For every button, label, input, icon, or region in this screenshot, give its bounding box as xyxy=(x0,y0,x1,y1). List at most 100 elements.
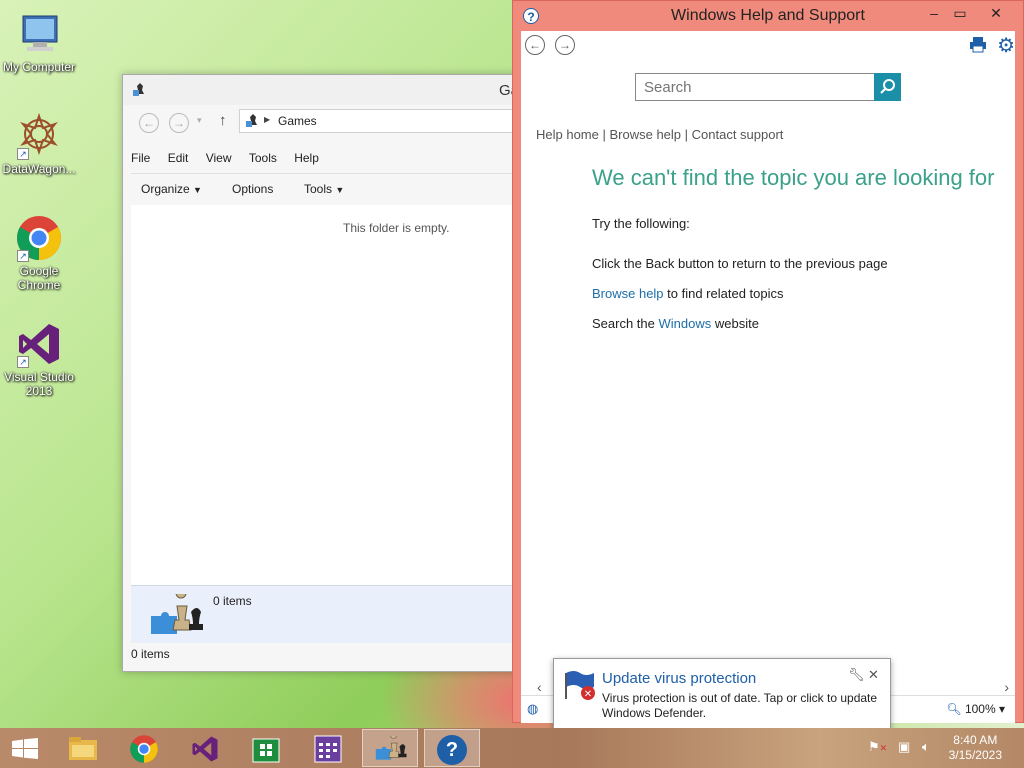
help-window[interactable]: ? Windows Help and Support – ▭ ✕ ← → ⚙ H… xyxy=(512,0,1024,723)
recent-chevron-icon[interactable]: ▾ xyxy=(197,115,202,126)
try-following-text: Try the following: xyxy=(592,216,690,231)
visual-studio-icon: ↗ xyxy=(15,320,63,368)
network-icon[interactable]: ▣ xyxy=(898,739,910,755)
tools-button[interactable]: Tools ▼ xyxy=(304,182,344,196)
zoom-level: 100% xyxy=(964,702,996,716)
explorer-titlebar[interactable]: Ga xyxy=(123,75,521,105)
defender-notification[interactable]: ✕ Update virus protection Virus protecti… xyxy=(553,658,891,729)
details-pane: 0 items xyxy=(131,585,521,643)
status-item-count: 0 items xyxy=(131,647,170,661)
tip-search-rest: website xyxy=(711,316,759,331)
online-help-icon[interactable]: ◍ xyxy=(527,701,538,717)
help-question-icon: ? xyxy=(437,735,467,765)
taskbar-games[interactable] xyxy=(362,729,418,767)
visual-studio-icon xyxy=(192,736,218,762)
wrench-icon[interactable]: 🔧︎ xyxy=(848,667,865,683)
action-center-flag-icon[interactable]: ⚑✕ xyxy=(868,739,887,755)
back-arrow-icon[interactable]: ← xyxy=(139,113,159,133)
desktop-icon-visual-studio[interactable]: ↗ Visual Studio 2013 xyxy=(2,320,76,398)
taskbar-calendar[interactable] xyxy=(300,729,356,767)
help-titlebar[interactable]: ? Windows Help and Support – ▭ ✕ xyxy=(513,1,1023,31)
windows-website-link[interactable]: Windows xyxy=(659,316,712,331)
desktop-icon-label: DataWagon... xyxy=(2,162,76,176)
taskbar-visual-studio[interactable] xyxy=(177,729,233,767)
shortcut-arrow-icon: ↗ xyxy=(17,250,29,262)
help-home-link[interactable]: Help home xyxy=(536,127,599,142)
taskbar-chrome[interactable] xyxy=(116,729,172,767)
menu-file[interactable]: File xyxy=(131,149,150,165)
desktop-icon-chrome[interactable]: ↗ Google Chrome xyxy=(2,214,76,292)
breadcrumb-chevron-icon[interactable]: ▶ xyxy=(264,115,270,124)
shortcut-arrow-icon: ↗ xyxy=(17,356,29,368)
computer-icon xyxy=(15,10,63,58)
start-button[interactable] xyxy=(0,729,50,767)
system-tray: ⚑✕ ▣ 🔈︎ xyxy=(860,728,940,768)
menu-bar: File Edit View Tools Help xyxy=(131,149,521,171)
defender-flag-icon: ✕ xyxy=(564,669,596,704)
gear-icon[interactable]: ⚙ xyxy=(997,33,1015,58)
explorer-address-row: ← → ▾ ↑ ▶ Games xyxy=(131,109,521,135)
chrome-icon: ↗ xyxy=(15,214,63,262)
tip-search-pre: Search the xyxy=(592,316,659,331)
details-item-count: 0 items xyxy=(213,594,252,608)
back-arrow-icon[interactable]: ← xyxy=(525,35,545,55)
notification-title: Update virus protection xyxy=(602,670,757,687)
svg-text:✕: ✕ xyxy=(584,689,592,700)
menu-edit[interactable]: Edit xyxy=(168,149,189,165)
tip-search-windows: Search the Windows website xyxy=(592,316,759,331)
taskbar-file-explorer[interactable] xyxy=(55,729,111,767)
desktop-icon-label: Google Chrome xyxy=(17,264,61,292)
browse-help-link[interactable]: Browse help xyxy=(609,127,681,142)
volume-icon[interactable]: 🔈︎ xyxy=(922,739,930,755)
zoom-icon: 🔍︎ xyxy=(946,702,962,716)
search-button[interactable] xyxy=(874,73,901,101)
command-bar: Organize ▼ Options Tools ▼ xyxy=(131,173,521,203)
zoom-control[interactable]: 🔍︎ 100% ▾ xyxy=(946,702,1005,716)
help-breadcrumb: Help home | Browse help | Contact suppor… xyxy=(536,127,784,142)
empty-folder-message: This folder is empty. xyxy=(343,221,450,235)
organize-button[interactable]: Organize ▼ xyxy=(141,182,202,196)
file-list-area[interactable]: This folder is empty. xyxy=(131,205,521,585)
chrome-icon xyxy=(130,735,158,763)
forward-arrow-icon[interactable]: → xyxy=(169,113,189,133)
help-content: ← → ⚙ Help home | Browse help | Contact … xyxy=(521,31,1015,695)
games-folder-icon xyxy=(131,82,149,98)
maximize-button[interactable]: ▭ xyxy=(945,5,975,25)
scroll-left-icon[interactable]: ‹ xyxy=(537,679,542,695)
page-title: We can't find the topic you are looking … xyxy=(592,165,995,190)
calendar-icon xyxy=(314,735,342,763)
taskbar-help-support[interactable]: ? xyxy=(424,729,480,767)
desktop-icon-label: Visual Studio 2013 xyxy=(4,370,74,398)
address-bar[interactable]: ▶ Games xyxy=(239,109,521,133)
games-folder-icon xyxy=(244,113,262,132)
close-icon[interactable]: ✕ xyxy=(868,667,879,683)
search-icon xyxy=(879,78,895,94)
desktop-icon-label: My Computer xyxy=(2,60,76,74)
clock-time: 8:40 AM xyxy=(953,733,998,747)
folder-icon xyxy=(69,737,97,760)
close-button[interactable]: ✕ xyxy=(981,5,1011,25)
desktop-icon-my-computer[interactable]: My Computer xyxy=(2,10,76,74)
clock[interactable]: 8:40 AM 3/15/2023 xyxy=(949,733,1002,763)
games-chess-puzzle-icon xyxy=(375,732,407,760)
tip-back-button: Click the Back button to return to the p… xyxy=(592,256,888,271)
print-icon[interactable] xyxy=(969,35,987,56)
breadcrumb-games[interactable]: Games xyxy=(278,114,317,128)
forward-arrow-icon[interactable]: → xyxy=(555,35,575,55)
options-button[interactable]: Options xyxy=(232,182,273,196)
search-input[interactable] xyxy=(635,73,875,101)
menu-tools[interactable]: Tools xyxy=(249,149,277,165)
up-arrow-icon[interactable]: ↑ xyxy=(219,112,227,129)
datawagon-icon: ↗ xyxy=(15,112,63,160)
contact-support-link[interactable]: Contact support xyxy=(692,127,784,142)
browse-help-inline-link[interactable]: Browse help xyxy=(592,286,664,301)
tip-browse-help: Browse help to find related topics xyxy=(592,286,784,301)
chevron-down-icon: ▼ xyxy=(335,185,345,195)
taskbar-store[interactable] xyxy=(238,729,294,767)
store-icon xyxy=(252,738,280,763)
desktop-icon-datawagon[interactable]: ↗ DataWagon... xyxy=(2,112,76,176)
menu-help[interactable]: Help xyxy=(294,149,319,165)
scroll-right-icon[interactable]: › xyxy=(1004,679,1009,695)
explorer-window[interactable]: Ga ← → ▾ ↑ ▶ Games File Edit View Tools … xyxy=(122,74,522,672)
menu-view[interactable]: View xyxy=(206,149,232,165)
